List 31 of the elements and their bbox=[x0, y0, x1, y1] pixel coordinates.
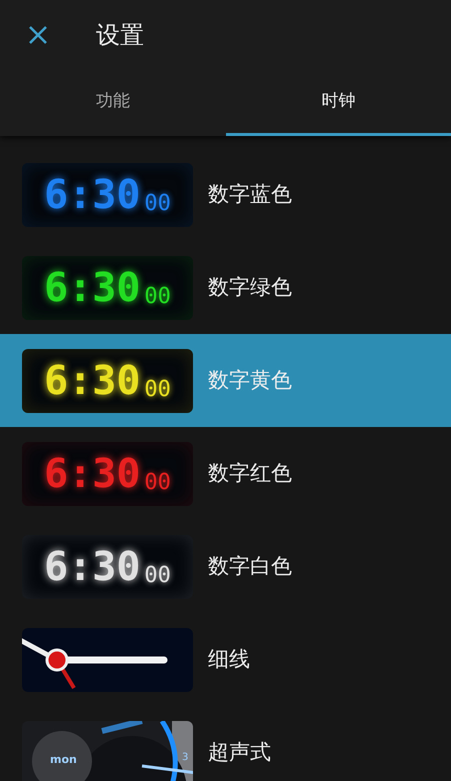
tab[interactable]: 功能 bbox=[0, 70, 226, 136]
dial-number: 3 bbox=[182, 750, 188, 764]
item-label: 数字黄色 bbox=[208, 366, 292, 394]
item-label: 细线 bbox=[208, 646, 250, 673]
close-icon bbox=[28, 25, 48, 45]
clock-style-item[interactable]: mon 3 超声式 bbox=[0, 706, 451, 781]
clock-time: 6:30 bbox=[44, 360, 140, 400]
item-label: 数字蓝色 bbox=[208, 180, 292, 208]
clock-hands-icon bbox=[22, 628, 193, 692]
clock-seconds: 00 bbox=[144, 472, 171, 494]
clock-seconds: 00 bbox=[144, 192, 171, 214]
day-label: mon bbox=[50, 752, 77, 768]
tab[interactable]: 时钟 bbox=[226, 70, 451, 136]
clock-time: 6:30 bbox=[44, 268, 140, 308]
item-label: 数字红色 bbox=[208, 460, 292, 487]
clock-time: 6:30 bbox=[44, 454, 140, 494]
clock-style-item[interactable]: 6:30 00 数字绿色 bbox=[0, 241, 451, 334]
clock-style-item[interactable]: 6:30 00 数字蓝色 bbox=[0, 148, 451, 241]
clock-style-item[interactable]: 6:30 00 数字红色 bbox=[0, 427, 451, 520]
clock-seconds: 00 bbox=[144, 564, 171, 586]
item-label: 超声式 bbox=[208, 738, 271, 766]
page-title: 设置 bbox=[96, 20, 144, 51]
clock-style-item[interactable]: 6:30 00 数字黄色 bbox=[0, 334, 451, 427]
clock-seconds: 00 bbox=[144, 286, 171, 308]
clock-time: 6:30 bbox=[44, 546, 140, 586]
clock-style-item[interactable]: 6:30 00 数字白色 bbox=[0, 520, 451, 613]
clock-seconds: 00 bbox=[144, 378, 171, 400]
clock-time: 6:30 bbox=[44, 174, 140, 214]
clock-style-item[interactable]: 细线 bbox=[0, 613, 451, 706]
item-label: 数字白色 bbox=[208, 552, 292, 580]
item-label: 数字绿色 bbox=[208, 274, 292, 301]
